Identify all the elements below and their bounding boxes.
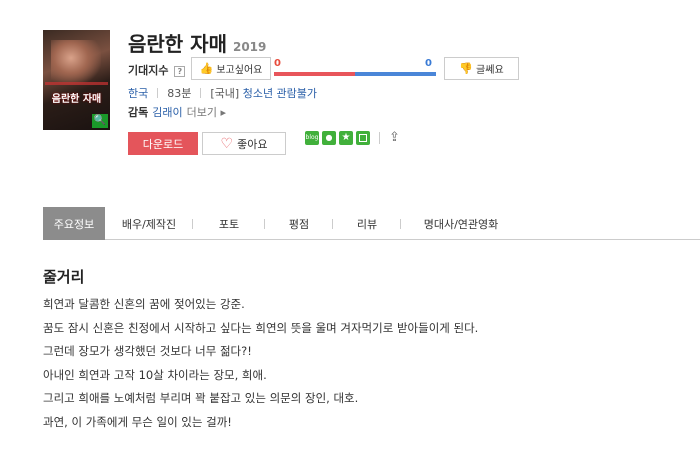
help-icon[interactable]: ?	[174, 65, 186, 77]
title-row: 음란한 자매 2019	[128, 28, 266, 57]
runtime: 83분	[167, 87, 192, 100]
movie-title: 음란한 자매	[128, 32, 227, 56]
tab-photo[interactable]: 포토	[193, 207, 265, 240]
tab-label: 포토	[218, 217, 240, 231]
share-icon[interactable]: ⇪	[389, 130, 400, 145]
country-link[interactable]: 한국	[128, 85, 148, 101]
star-share-icon[interactable]: ★	[339, 130, 353, 145]
expectation-gauge: 0 0	[274, 57, 436, 81]
tab-quotes-related[interactable]: 명대사/연관영화	[401, 207, 521, 240]
meh-gauge-bar	[355, 72, 436, 76]
meh-button[interactable]: 👎 글쎄요	[444, 57, 519, 80]
like-button[interactable]: ♡ 좋아요	[202, 132, 286, 155]
synopsis-heading: 줄거리	[43, 268, 85, 286]
rating-link[interactable]: 청소년 관람불가	[243, 85, 317, 101]
download-button[interactable]: 다운로드	[128, 132, 198, 155]
director-more-link[interactable]: 더보기 ▸	[187, 104, 226, 120]
tab-main-info[interactable]: 주요정보	[43, 207, 105, 240]
zoom-icon[interactable]: 🔍	[92, 114, 108, 128]
divider	[379, 131, 380, 144]
tab-cast-crew[interactable]: 배우/제작진	[105, 207, 193, 240]
director-label: 감독	[128, 106, 149, 119]
want-to-see-button[interactable]: 👍 보고싶어요	[191, 57, 271, 80]
tab-review[interactable]: 리뷰	[333, 207, 401, 240]
blog-share-icon[interactable]: blog	[305, 130, 319, 145]
tab-rating[interactable]: 평점	[265, 207, 333, 240]
synopsis-line: 과연, 이 가족에게 무슨 일이 있는 걸까!	[43, 414, 232, 429]
separator	[200, 88, 202, 98]
like-label: 좋아요	[237, 137, 268, 151]
tab-bar: 주요정보 배우/제작진 포토 평점 리뷰 명대사/연관영화	[43, 207, 700, 240]
separator	[157, 88, 159, 98]
synopsis-text: 희연과 달콤한 신혼의 꿈에 젖어있는 강준. 꿈도 잠시 신혼은 친정에서 시…	[43, 293, 693, 434]
movie-year: 2019	[232, 40, 267, 54]
poster-banner	[45, 82, 108, 85]
tab-label: 평점	[288, 217, 310, 231]
tab-label: 배우/제작진	[121, 217, 177, 231]
thumbs-up-icon: 👍	[199, 62, 214, 75]
meta-row: 한국 83분 [국내] 청소년 관람불가	[128, 85, 317, 101]
want-count: 0	[274, 58, 281, 69]
synopsis-line: 희연과 달콤한 신혼의 꿈에 젖어있는 강준.	[43, 297, 245, 311]
rating-prefix: [국내]	[210, 87, 240, 100]
heart-icon: ♡	[220, 135, 234, 152]
synopsis-line: 그리고 희애를 노예처럼 부리며 꽉 붙잡고 있는 의문의 장인, 대호.	[43, 391, 359, 405]
meh-count: 0	[425, 58, 432, 69]
chat-share-icon[interactable]: ●	[322, 130, 336, 145]
tab-label: 리뷰	[356, 217, 378, 231]
poster-title: 음란한 자매	[51, 94, 102, 105]
square-share-icon[interactable]	[356, 130, 370, 145]
director-name-link[interactable]: 김래이	[152, 104, 182, 120]
director-row: 감독 김래이 더보기 ▸	[128, 104, 226, 120]
poster-art	[51, 40, 101, 85]
meh-label: 글쎄요	[476, 65, 504, 76]
movie-poster[interactable]: 음란한 자매 🔍	[43, 30, 110, 130]
share-icons: blog ● ★ ⇪	[305, 130, 400, 145]
expectation-label: 기대지수 ?	[128, 62, 186, 78]
tab-label: 명대사/연관영화	[423, 217, 499, 231]
synopsis-line: 꿈도 잠시 신혼은 친정에서 시작하고 싶다는 희연의 뜻을 울며 겨자먹기로 …	[43, 320, 479, 335]
synopsis-line: 그런데 장모가 생각했던 것보다 너무 젊다?!	[43, 344, 252, 358]
synopsis-line: 아내인 희연과 고작 10살 차이라는 장모, 희애.	[43, 367, 267, 382]
expectation-row: 기대지수 ? 👍 보고싶어요 0 0 👎 글쎄요	[128, 57, 528, 81]
thumbs-down-icon: 👎	[459, 62, 474, 75]
want-gauge-bar	[274, 72, 355, 76]
expectation-label-text: 기대지수	[128, 64, 169, 77]
tab-label: 주요정보	[53, 217, 95, 231]
want-to-see-label: 보고싶어요	[216, 65, 263, 76]
